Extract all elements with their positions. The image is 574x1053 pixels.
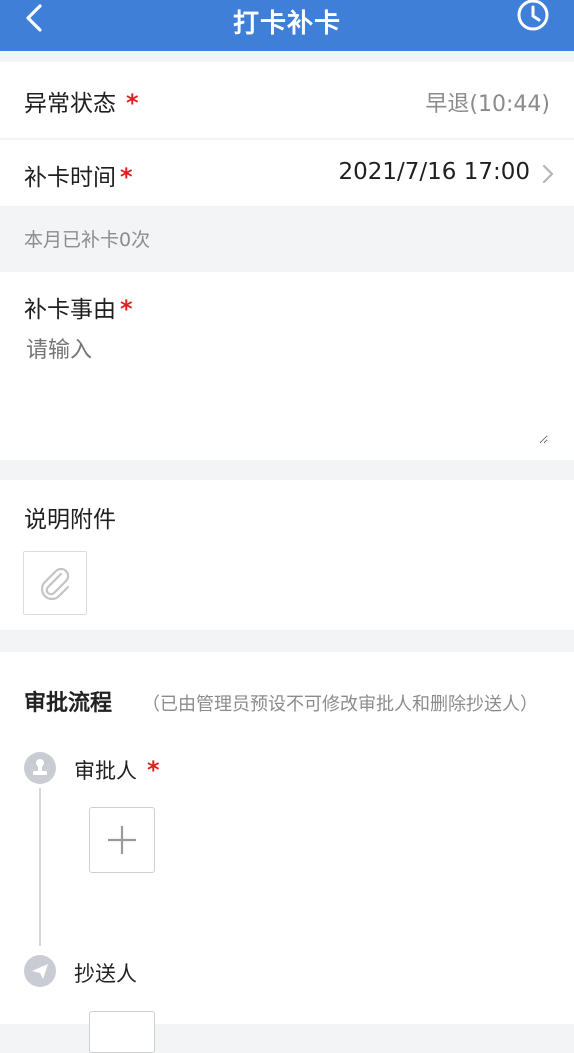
send-icon xyxy=(24,955,56,987)
reissue-time-row[interactable]: 补卡时间 * 2021/7/16 17:00 xyxy=(0,140,574,206)
history-clock-icon xyxy=(517,0,549,31)
required-mark: * xyxy=(147,756,160,784)
required-mark: * xyxy=(120,295,133,323)
add-approver-button[interactable] xyxy=(89,807,155,873)
chevron-right-icon xyxy=(542,164,554,184)
reason-label: 补卡事由 xyxy=(24,297,116,323)
required-mark: * xyxy=(120,163,133,191)
cc-label: 抄送人 xyxy=(74,962,137,986)
add-cc-button[interactable] xyxy=(89,1011,155,1053)
stamp-icon xyxy=(24,752,56,784)
monthly-reissue-count: 本月已补卡0次 xyxy=(24,229,151,251)
plus-icon xyxy=(108,826,136,854)
history-button[interactable] xyxy=(514,0,552,36)
paperclip-icon xyxy=(40,567,70,601)
approval-hint: （已由管理员预设不可修改审批人和删除抄送人） xyxy=(142,694,538,715)
app-header: 打卡补卡 xyxy=(0,0,574,51)
attachment-label: 说明附件 xyxy=(24,507,116,533)
approver-label: 审批人 xyxy=(74,759,137,783)
reason-input[interactable] xyxy=(24,330,548,444)
reissue-time-label: 补卡时间 xyxy=(24,165,116,191)
abnormal-status-label: 异常状态 xyxy=(24,91,116,117)
abnormal-status-value: 早退(10:44) xyxy=(425,92,550,117)
add-attachment-button[interactable] xyxy=(23,551,87,615)
abnormal-status-row: 异常状态 * 早退(10:44) xyxy=(0,62,574,138)
page-title: 打卡补卡 xyxy=(232,9,341,39)
approval-title: 审批流程 xyxy=(24,691,113,716)
required-mark: * xyxy=(126,89,139,117)
flow-connector xyxy=(39,788,41,946)
reissue-time-value: 2021/7/16 17:00 xyxy=(338,159,530,185)
